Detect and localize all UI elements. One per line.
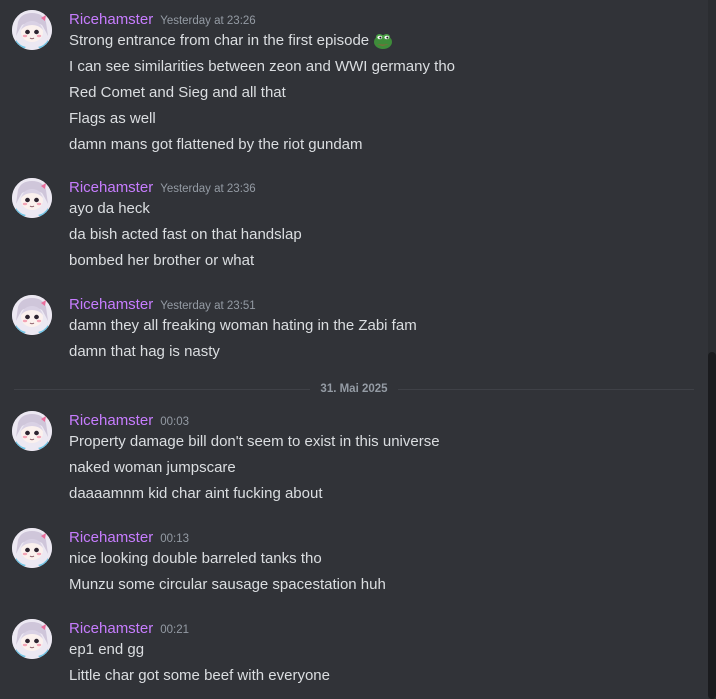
- message-text: nice looking double barreled tanks tho: [69, 550, 322, 567]
- date-divider-label: 31. Mai 2025: [310, 381, 398, 397]
- message-text: I can see similarities between zeon and …: [69, 58, 456, 75]
- anime-girl-avatar-icon[interactable]: [12, 619, 52, 659]
- username[interactable]: Ricehamster: [69, 529, 153, 546]
- timestamp[interactable]: Yesterday at 23:36: [160, 183, 255, 195]
- message-text: damn they all freaking woman hating in t…: [69, 317, 417, 334]
- message-text: Flags as well: [69, 110, 156, 127]
- message-text: ep1 end gg: [69, 641, 145, 658]
- message-header: Ricehamster 00:13: [69, 528, 189, 548]
- message-header: Ricehamster 00:03: [69, 411, 189, 431]
- username[interactable]: Ricehamster: [69, 620, 153, 637]
- scrollbar-track[interactable]: [708, 0, 716, 699]
- username[interactable]: Ricehamster: [69, 296, 153, 313]
- timestamp[interactable]: 00:03: [160, 416, 189, 428]
- message-header: Ricehamster Yesterday at 23:36: [69, 178, 256, 198]
- message-text: Munzu some circular sausage spacestation…: [69, 576, 386, 593]
- scrollbar-thumb[interactable]: [708, 352, 716, 699]
- username[interactable]: Ricehamster: [69, 11, 153, 28]
- username[interactable]: Ricehamster: [69, 412, 153, 429]
- message-text: damn mans got flattened by the riot gund…: [69, 136, 363, 153]
- timestamp[interactable]: Yesterday at 23:51: [160, 300, 255, 312]
- anime-girl-avatar-icon[interactable]: [12, 528, 52, 568]
- pepe-frog-icon[interactable]: [373, 31, 393, 56]
- timestamp[interactable]: 00:21: [160, 624, 189, 636]
- timestamp[interactable]: Yesterday at 23:26: [160, 15, 255, 27]
- message-text: Red Comet and Sieg and all that: [69, 84, 286, 101]
- anime-girl-avatar-icon[interactable]: [12, 178, 52, 218]
- anime-girl-avatar-icon[interactable]: [12, 295, 52, 335]
- anime-girl-avatar-icon[interactable]: [12, 10, 52, 50]
- anime-girl-avatar-icon[interactable]: [12, 411, 52, 451]
- message-header: Ricehamster 00:21: [69, 619, 189, 639]
- message-text: bombed her brother or what: [69, 252, 255, 269]
- message-text: ayo da heck: [69, 200, 150, 217]
- message-header: Ricehamster Yesterday at 23:26: [69, 10, 256, 30]
- message-text: naked woman jumpscare: [69, 459, 236, 476]
- message-text: Property damage bill don't seem to exist…: [69, 433, 440, 450]
- timestamp[interactable]: 00:13: [160, 533, 189, 545]
- message-text: damn that hag is nasty: [69, 343, 220, 360]
- message-text: daaaamnm kid char aint fucking about: [69, 485, 323, 502]
- message-list: Ricehamster Yesterday at 23:26 Strong ent…: [0, 0, 708, 699]
- message-header: Ricehamster Yesterday at 23:51: [69, 295, 256, 315]
- username[interactable]: Ricehamster: [69, 179, 153, 196]
- message-text: Strong entrance from char in the first e…: [69, 30, 393, 52]
- message-text: Little char got some beef with everyone: [69, 667, 330, 684]
- message-text: da bish acted fast on that handslap: [69, 226, 302, 243]
